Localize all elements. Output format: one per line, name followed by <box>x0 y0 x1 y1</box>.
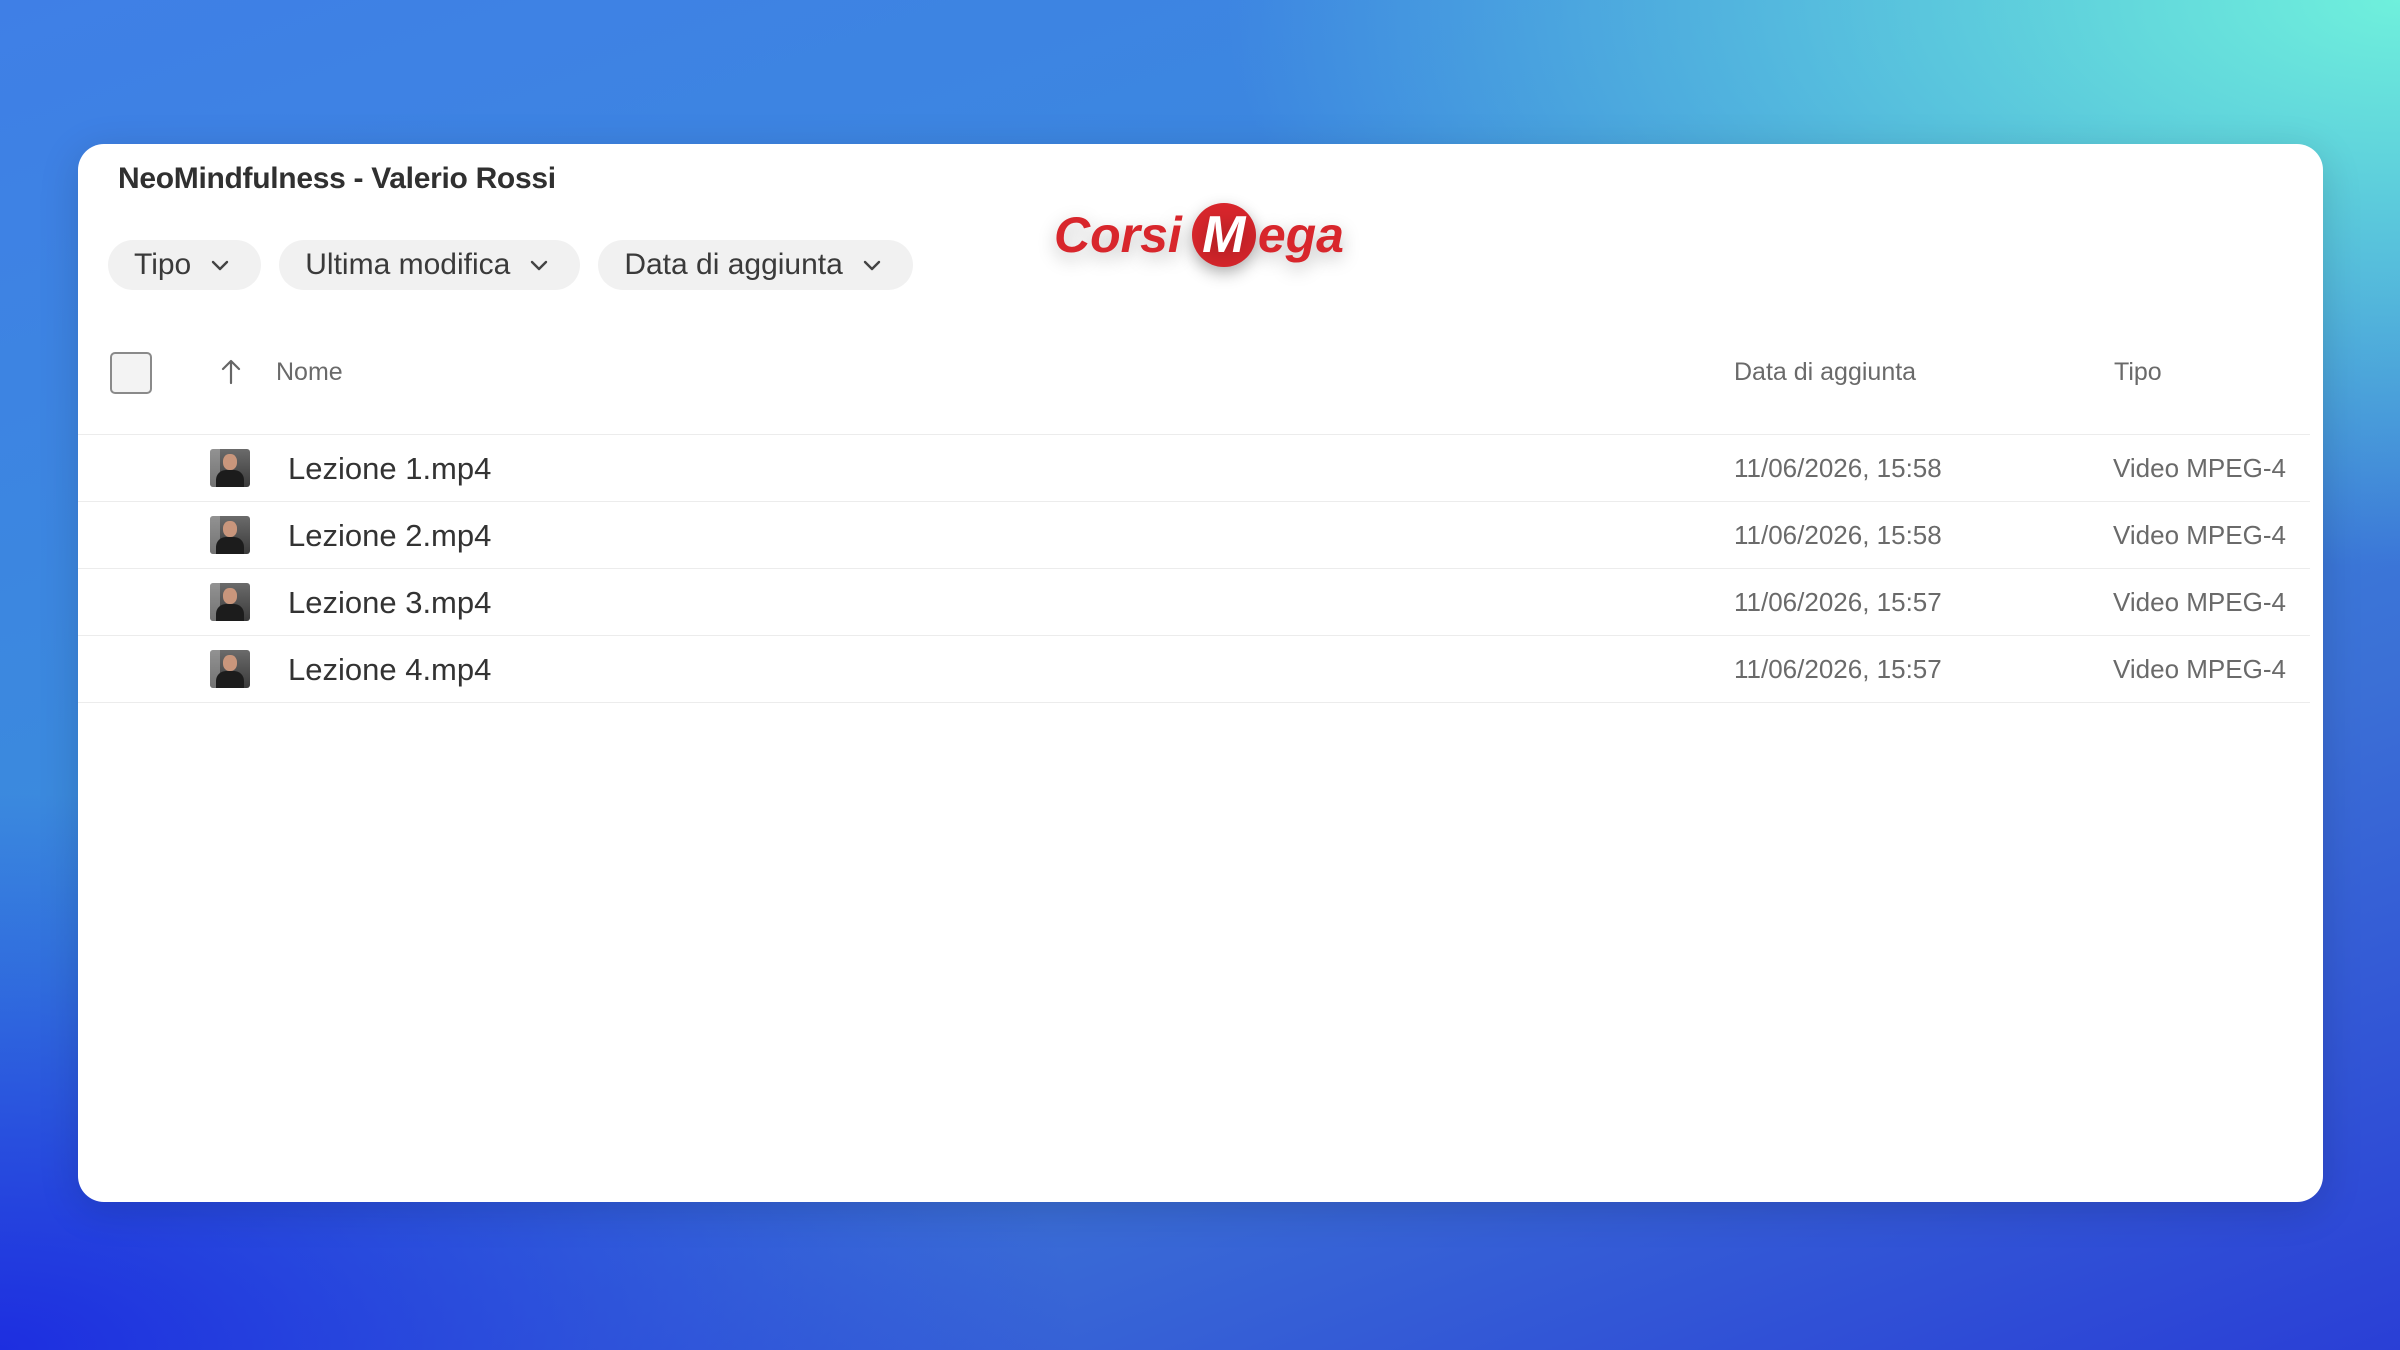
file-date-added: 11/06/2026, 15:58 <box>1734 453 1942 483</box>
table-row[interactable]: Lezione 1.mp4 11/06/2026, 15:58 Video MP… <box>78 435 2310 502</box>
filter-label: Data di aggiunta <box>624 248 843 281</box>
filter-ultima-modifica-dropdown[interactable]: Ultima modifica <box>279 240 581 290</box>
logo-text-left: Corsi <box>1054 207 1182 263</box>
filter-label: Tipo <box>134 248 192 281</box>
corsi-mega-logo: Corsi M ega <box>1054 200 1344 270</box>
video-thumbnail-icon <box>210 516 250 554</box>
table-header: Nome Data di aggiunta Tipo <box>78 344 2323 394</box>
file-date-added: 11/06/2026, 15:57 <box>1734 587 1942 617</box>
logo-text-right: ega <box>1257 207 1344 263</box>
column-header-type[interactable]: Tipo <box>2114 358 2162 387</box>
file-type: Video MPEG-4 <box>2113 654 2286 684</box>
video-thumbnail-icon <box>210 583 250 621</box>
file-date-added: 11/06/2026, 15:58 <box>1734 520 1942 550</box>
filter-data-aggiunta-dropdown[interactable]: Data di aggiunta <box>598 240 913 290</box>
arrow-up-icon[interactable] <box>218 358 244 386</box>
file-name: Lezione 1.mp4 <box>288 451 492 486</box>
file-name: Lezione 3.mp4 <box>288 585 492 620</box>
file-list: Lezione 1.mp4 11/06/2026, 15:58 Video MP… <box>78 434 2310 703</box>
table-row[interactable]: Lezione 4.mp4 11/06/2026, 15:57 Video MP… <box>78 636 2310 703</box>
folder-title: NeoMindfulness - Valerio Rossi <box>118 162 556 195</box>
logo-m-badge: M <box>1191 203 1256 267</box>
table-row[interactable]: Lezione 3.mp4 11/06/2026, 15:57 Video MP… <box>78 569 2310 636</box>
video-thumbnail-icon <box>210 650 250 688</box>
filter-label: Ultima modifica <box>305 248 511 281</box>
file-type: Video MPEG-4 <box>2113 587 2286 617</box>
file-browser-panel: NeoMindfulness - Valerio Rossi Corsi M e… <box>78 144 2323 1202</box>
filter-bar: Tipo Ultima modifica Data di aggiunta <box>108 240 913 290</box>
file-name: Lezione 4.mp4 <box>288 652 492 687</box>
filter-tipo-dropdown[interactable]: Tipo <box>108 240 262 290</box>
file-date-added: 11/06/2026, 15:57 <box>1734 654 1942 684</box>
table-row[interactable]: Lezione 2.mp4 11/06/2026, 15:58 Video MP… <box>78 502 2310 569</box>
chevron-down-icon <box>528 254 550 276</box>
file-type: Video MPEG-4 <box>2113 453 2286 483</box>
select-all-checkbox[interactable] <box>110 352 152 394</box>
chevron-down-icon <box>209 254 231 276</box>
file-type: Video MPEG-4 <box>2113 520 2286 550</box>
video-thumbnail-icon <box>210 449 250 487</box>
column-header-name[interactable]: Nome <box>276 358 343 387</box>
column-header-date-added[interactable]: Data di aggiunta <box>1734 358 1916 387</box>
chevron-down-icon <box>861 254 883 276</box>
file-name: Lezione 2.mp4 <box>288 518 492 553</box>
